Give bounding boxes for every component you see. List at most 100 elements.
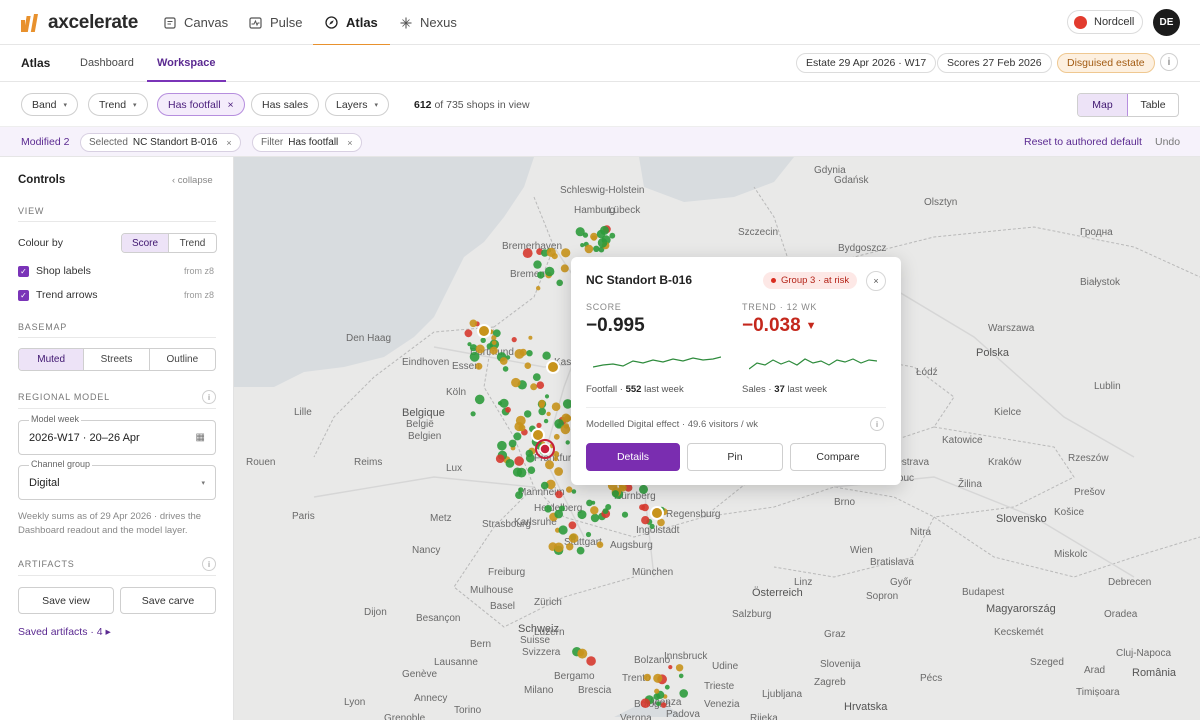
map-view-button[interactable]: Map: [1078, 94, 1128, 116]
shop-marker[interactable]: [654, 688, 660, 694]
nav-pulse[interactable]: Pulse: [249, 0, 303, 45]
shop-marker[interactable]: [591, 500, 596, 505]
active-filter-chip[interactable]: Filter Has footfall ×: [252, 133, 362, 152]
basemap-muted[interactable]: Muted: [19, 349, 85, 370]
shop-marker[interactable]: [474, 394, 485, 405]
shop-marker[interactable]: [525, 453, 535, 463]
shop-marker[interactable]: [497, 440, 507, 451]
collapse-panel-link[interactable]: ‹ collapse: [172, 175, 213, 186]
shop-marker[interactable]: [554, 467, 563, 476]
shop-marker[interactable]: [470, 411, 476, 417]
shop-marker[interactable]: [536, 381, 545, 389]
shop-marker[interactable]: [480, 337, 486, 343]
remove-filter-icon[interactable]: ×: [347, 138, 352, 148]
shop-labels-checkbox[interactable]: ✓: [18, 266, 29, 277]
shop-marker[interactable]: [576, 546, 585, 555]
shop-marker[interactable]: [489, 346, 498, 355]
shop-marker[interactable]: [515, 491, 523, 499]
shop-marker[interactable]: [524, 410, 532, 418]
shop-marker[interactable]: [545, 460, 554, 470]
shop-marker[interactable]: [514, 421, 524, 432]
shop-marker[interactable]: [537, 271, 545, 279]
shop-marker[interactable]: [546, 360, 560, 374]
shop-marker[interactable]: [556, 279, 563, 287]
shop-marker[interactable]: [511, 337, 517, 343]
saved-artifacts-link[interactable]: Saved artifacts · 4 ▸: [18, 626, 111, 638]
shop-marker[interactable]: [553, 456, 559, 462]
shop-marker[interactable]: [528, 335, 533, 340]
shop-marker[interactable]: [546, 247, 556, 257]
layers-dropdown[interactable]: Layers ▾: [325, 93, 390, 116]
shop-marker[interactable]: [621, 511, 629, 518]
shop-marker[interactable]: [530, 383, 538, 391]
remove-selection-icon[interactable]: ×: [226, 138, 231, 148]
shop-marker[interactable]: [554, 509, 563, 519]
shop-marker[interactable]: [653, 673, 663, 683]
shop-marker[interactable]: [475, 362, 483, 370]
shop-marker[interactable]: [514, 349, 525, 359]
shop-marker[interactable]: [469, 319, 478, 328]
filter-has-footfall-chip[interactable]: Has footfall ×: [157, 93, 245, 116]
shop-marker[interactable]: [668, 665, 673, 670]
shop-marker[interactable]: [605, 504, 612, 510]
shop-marker[interactable]: [577, 648, 588, 659]
colour-by-score[interactable]: Score: [122, 234, 169, 252]
shop-marker[interactable]: [526, 350, 533, 357]
colour-by-trend[interactable]: Trend: [169, 234, 216, 252]
shop-marker[interactable]: [650, 506, 664, 520]
shop-marker[interactable]: [641, 516, 650, 525]
shop-marker[interactable]: [580, 243, 585, 248]
shop-marker[interactable]: [477, 324, 491, 338]
shop-marker[interactable]: [593, 245, 600, 252]
save-view-button[interactable]: Save view: [18, 587, 114, 614]
shop-marker[interactable]: [499, 357, 508, 365]
shop-marker[interactable]: [495, 454, 505, 464]
shop-marker[interactable]: [585, 531, 592, 538]
model-week-field[interactable]: Model week 2026-W17 · 20–26 Apr ▦: [18, 414, 216, 455]
remove-filter-icon[interactable]: ×: [228, 99, 234, 111]
shop-marker[interactable]: [656, 701, 661, 707]
shop-marker[interactable]: [511, 377, 521, 388]
close-icon[interactable]: ×: [866, 271, 886, 291]
shop-marker[interactable]: [532, 373, 541, 381]
shop-marker[interactable]: [609, 232, 616, 239]
shop-marker[interactable]: [584, 244, 594, 254]
shop-marker[interactable]: [597, 238, 608, 248]
info-icon[interactable]: i: [1160, 53, 1178, 71]
shop-marker[interactable]: [505, 459, 515, 468]
filter-band-dropdown[interactable]: Band ▾: [21, 93, 79, 116]
shop-marker[interactable]: [536, 422, 542, 428]
shop-marker[interactable]: [524, 362, 532, 369]
shop-marker[interactable]: [555, 490, 563, 499]
shop-marker[interactable]: [499, 398, 509, 408]
table-view-button[interactable]: Table: [1128, 94, 1178, 116]
shop-marker[interactable]: [568, 521, 577, 530]
shop-marker[interactable]: [590, 513, 600, 523]
save-carve-button[interactable]: Save carve: [120, 587, 216, 614]
basemap-streets[interactable]: Streets: [84, 349, 150, 370]
shop-marker[interactable]: [558, 525, 568, 535]
shop-marker[interactable]: [590, 506, 599, 515]
shop-marker[interactable]: [596, 229, 606, 239]
shop-marker[interactable]: [553, 433, 560, 440]
shop-marker[interactable]: [678, 673, 684, 679]
info-icon[interactable]: i: [202, 390, 216, 404]
shop-marker[interactable]: [577, 510, 587, 520]
shop-marker[interactable]: [533, 260, 542, 269]
shop-marker[interactable]: [531, 428, 545, 442]
shop-marker[interactable]: [513, 432, 522, 441]
shop-marker[interactable]: [540, 481, 549, 490]
shop-marker[interactable]: [679, 689, 688, 698]
shop-marker[interactable]: [664, 684, 670, 690]
tenant-switcher[interactable]: Nordcell: [1067, 10, 1143, 34]
shop-marker[interactable]: [469, 351, 480, 362]
shop-marker[interactable]: [551, 402, 561, 411]
shop-marker[interactable]: [566, 486, 573, 493]
undo-link[interactable]: Undo: [1155, 136, 1180, 148]
shop-marker[interactable]: [641, 503, 649, 512]
info-icon[interactable]: i: [202, 557, 216, 571]
shop-marker[interactable]: [561, 248, 571, 258]
details-button[interactable]: Details: [586, 443, 680, 471]
brand-logo[interactable]: axcelerate: [21, 12, 138, 34]
nav-nexus[interactable]: Nexus: [400, 0, 457, 45]
